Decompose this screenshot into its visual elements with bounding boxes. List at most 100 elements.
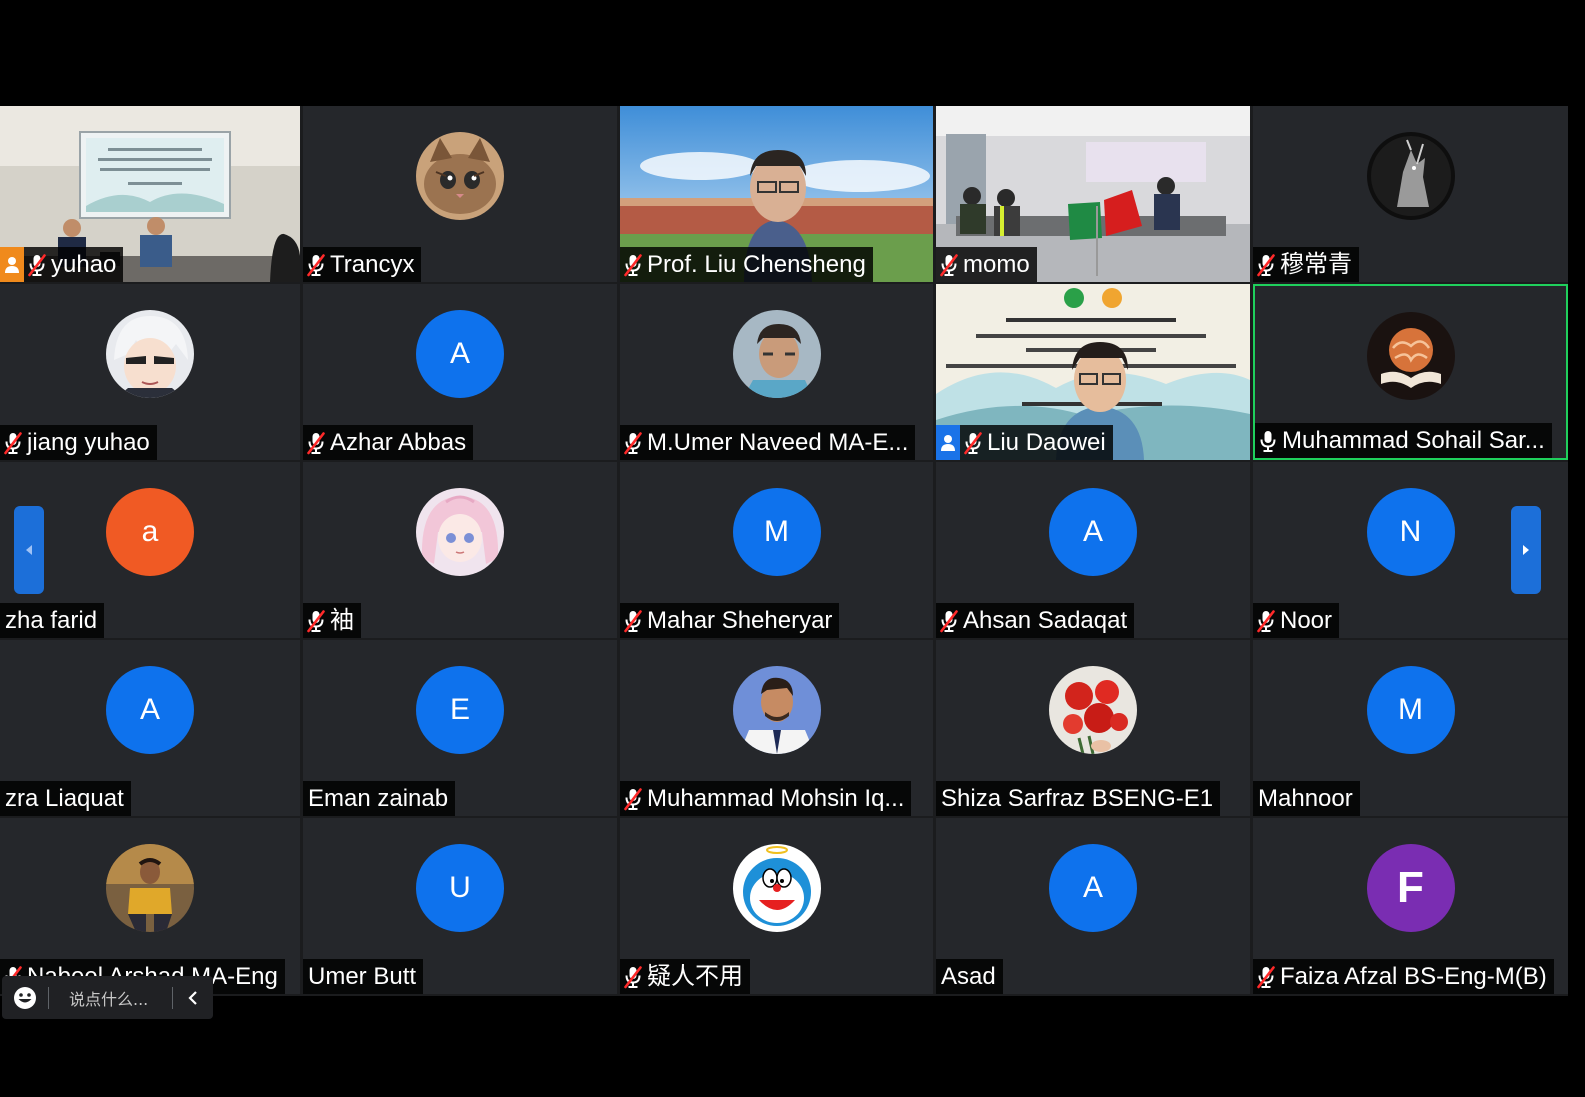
participant-tile-yiren[interactable]: 疑人不用 [620, 818, 933, 994]
avatar-initial: A [1082, 871, 1103, 904]
mic-muted-icon [305, 251, 327, 279]
avatar [106, 310, 194, 398]
avatar: E [416, 666, 504, 754]
mic-muted-icon [305, 429, 327, 457]
avatar [732, 844, 821, 932]
participant-nameplate: 疑人不用 [620, 959, 750, 994]
participant-name: Shiza Sarfraz BSENG-E1 [941, 785, 1214, 812]
collapse-chat-button[interactable] [173, 976, 213, 1019]
participant-tile-jiang-yuhao[interactable]: jiang yuhao [0, 284, 300, 460]
next-page-button[interactable] [1511, 506, 1541, 594]
participant-name: 袖 [330, 607, 354, 634]
emoji-icon [14, 986, 36, 1009]
mic-muted-icon [1255, 251, 1277, 279]
participant-nameplate: zha farid [0, 603, 105, 638]
participant-nameplate: Umer Butt [303, 959, 424, 994]
avatar-initial: N [1399, 515, 1422, 548]
participant-tile-asad[interactable]: A Asad [936, 818, 1250, 994]
avatar: M [1366, 666, 1455, 754]
participant-tile-ahsan-sadaqat[interactable]: A Ahsan Sadaqat [936, 462, 1250, 638]
chat-placeholder: 说点什么... [69, 989, 149, 1009]
participant-nameplate: 袖 [303, 603, 361, 638]
participant-tile-yuhao[interactable]: yuhao [0, 106, 300, 282]
participant-tile-aizha-farid[interactable]: a zha farid [0, 462, 300, 638]
mic-muted-icon [305, 607, 327, 635]
avatar [732, 666, 821, 754]
avatar: M [732, 488, 821, 576]
mic-muted-icon [2, 429, 24, 457]
avatar-initial: M [764, 515, 789, 548]
prev-page-button[interactable] [14, 506, 44, 594]
participant-name: momo [963, 251, 1030, 278]
participant-name: Ahsan Sadaqat [963, 607, 1128, 634]
participant-tile-liu-daowei[interactable]: Liu Daowei [936, 284, 1250, 460]
participant-name: M.Umer Naveed MA-E... [647, 429, 909, 456]
mic-muted-icon [622, 251, 644, 279]
emoji-button[interactable] [2, 976, 48, 1019]
participant-nameplate: yuhao [0, 247, 124, 282]
participant-tile-mahnoor[interactable]: M Mahnoor [1253, 640, 1568, 816]
mic-muted-icon [1255, 963, 1277, 991]
participant-name: Trancyx [330, 251, 415, 278]
participant-tile-faiza-afzal[interactable]: F Faiza Afzal BS-Eng-M(B) [1253, 818, 1568, 994]
caret-right-icon [1523, 545, 1529, 555]
participant-nameplate: Prof. Liu Chensheng [620, 247, 873, 282]
chevron-left-icon [188, 990, 197, 1005]
video-grid: yuhao Trancyx Prof. Liu Chensheng momo 穆常青 ji… [0, 106, 1568, 996]
avatar-initial: E [449, 693, 470, 726]
participant-tile-sohail-sarwar[interactable]: Muhammad Sohail Sar... [1253, 284, 1568, 460]
avatar: U [416, 844, 504, 932]
avatar: A [106, 666, 194, 754]
participant-nameplate: Faiza Afzal BS-Eng-M(B) [1253, 959, 1554, 994]
mic-icon [1257, 427, 1279, 455]
participant-nameplate: Asad [936, 959, 1003, 994]
participant-nameplate: Mahar Sheheryar [620, 603, 840, 638]
participant-tile-azhar-abbas[interactable]: A Azhar Abbas [303, 284, 617, 460]
mic-muted-icon [26, 251, 48, 279]
participant-nameplate: Eman zainab [303, 781, 456, 816]
participant-nameplate: Ahsan Sadaqat [936, 603, 1135, 638]
avatar-initial: F [1397, 863, 1424, 912]
avatar [416, 132, 504, 220]
avatar [106, 844, 194, 932]
participant-tile-azra-liaquat[interactable]: Azra Liaquat [0, 640, 300, 816]
avatar: a [106, 488, 194, 576]
avatar-initial: U [449, 871, 471, 904]
avatar-initial: a [141, 515, 159, 548]
participant-tile-eman-zainab[interactable]: E Eman zainab [303, 640, 617, 816]
participant-tile-umer-naveed[interactable]: M.Umer Naveed MA-E... [620, 284, 933, 460]
participant-tile-umer-butt[interactable]: U Umer Butt [303, 818, 617, 994]
participant-name: Azhar Abbas [330, 429, 467, 456]
avatar: A [1049, 488, 1137, 576]
participant-tile-momo[interactable]: momo [936, 106, 1250, 282]
participant-nameplate: Noor [1253, 603, 1340, 638]
avatar-initial: M [1398, 693, 1423, 726]
avatar [1366, 132, 1455, 220]
participant-tile-nabeel-arshad[interactable]: Nabeel Arshad MA-Eng [0, 818, 300, 994]
mic-muted-icon [962, 429, 984, 457]
participant-tile-shiza-sarfraz[interactable]: Shiza Sarfraz BSENG-E1 [936, 640, 1250, 816]
participant-tile-you[interactable]: 袖 [303, 462, 617, 638]
participant-tile-mahar-sheheryar[interactable]: M Mahar Sheheryar [620, 462, 933, 638]
participant-nameplate: 穆常青 [1253, 247, 1359, 282]
participant-nameplate: M.Umer Naveed MA-E... [620, 425, 916, 460]
participant-name: 穆常青 [1280, 251, 1352, 278]
participant-name: jiang yuhao [27, 429, 150, 456]
participant-name: Muhammad Mohsin Iq... [647, 785, 905, 812]
participant-tile-mohsin-iqbal[interactable]: Muhammad Mohsin Iq... [620, 640, 933, 816]
avatar [732, 310, 821, 398]
participant-name: 疑人不用 [647, 963, 743, 990]
participant-tile-mu-changqing[interactable]: 穆常青 [1253, 106, 1568, 282]
participant-nameplate: zra Liaquat [0, 781, 131, 816]
person-icon [936, 425, 960, 460]
participant-tile-liu-chensheng[interactable]: Prof. Liu Chensheng [620, 106, 933, 282]
avatar [416, 488, 504, 576]
mic-muted-icon [622, 963, 644, 991]
participant-tile-trancyx[interactable]: Trancyx [303, 106, 617, 282]
mic-muted-icon [938, 607, 960, 635]
avatar-initial: A [1082, 515, 1103, 548]
avatar-initial: A [449, 337, 470, 370]
participant-name: Faiza Afzal BS-Eng-M(B) [1280, 963, 1547, 990]
participant-name: Prof. Liu Chensheng [647, 251, 866, 278]
chat-input-bar[interactable]: 说点什么... [2, 976, 213, 1019]
